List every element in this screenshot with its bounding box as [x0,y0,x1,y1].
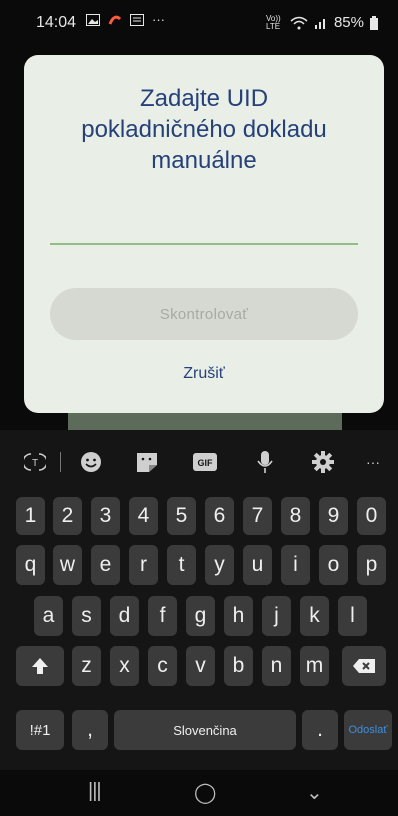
key-o[interactable]: o [319,545,348,585]
period-key[interactable]: . [302,710,338,750]
dialog-title-line-1: Zadajte UID [139,85,269,112]
more-icon[interactable]: ··· [358,448,388,476]
key-4[interactable]: 4 [129,497,158,535]
comma-key[interactable]: , [72,710,108,750]
key-p[interactable]: p [357,545,386,585]
status-right: Vo)) LTE 85% [266,14,378,31]
shift-key[interactable] [16,646,64,686]
key-r[interactable]: r [129,545,158,585]
volte-icon: Vo)) LTE [265,13,281,31]
send-key[interactable]: Odoslať [344,710,392,750]
recent-apps-button[interactable]: ||| [88,780,102,803]
gallery-icon [86,13,100,26]
battery-icon [370,15,378,30]
key-t[interactable]: t [167,545,196,585]
dialog-title-line-3: manuálne [151,147,257,174]
status-bar: 14:04 ··· Vo)) LTE 85% [0,0,398,46]
uid-entry-dialog: Zadajte UID pokladničného dokladu manuál… [24,55,384,413]
message-icon [130,13,144,26]
backspace-key[interactable] [342,646,386,686]
key-w[interactable]: w [53,545,82,585]
shift-icon [32,658,48,674]
gif-label: GIF [198,458,214,468]
key-s[interactable]: s [72,596,101,636]
key-2[interactable]: 2 [53,497,82,535]
dialog-title: Zadajte UID pokladničného dokladu manuál… [24,83,384,176]
symbols-key[interactable]: !#1 [16,710,64,750]
key-k[interactable]: k [300,596,329,636]
background-app-content [68,410,342,432]
uid-input[interactable] [50,205,358,241]
translate-icon[interactable]: T [20,448,50,476]
key-n[interactable]: n [262,646,291,686]
key-3[interactable]: 3 [91,497,120,535]
notification-icons: ··· [86,12,165,27]
key-7[interactable]: 7 [243,497,272,535]
signal-icon [314,18,325,29]
key-y[interactable]: y [205,545,234,585]
key-h[interactable]: h [224,596,253,636]
app-notification-icon [108,15,122,25]
key-z[interactable]: z [72,646,101,686]
key-v[interactable]: v [186,646,215,686]
back-button[interactable]: ⌄ [306,780,323,805]
key-u[interactable]: u [243,545,272,585]
keyboard: T GIF ··· 1 2 3 4 5 6 7 8 9 0 q w e r t … [0,430,398,770]
cancel-button[interactable]: Zrušiť [24,365,384,383]
key-e[interactable]: e [91,545,120,585]
battery-level: 85% [333,14,364,31]
key-i[interactable]: i [281,545,310,585]
key-f[interactable]: f [148,596,177,636]
key-q[interactable]: q [16,545,45,585]
key-l[interactable]: l [338,596,367,636]
key-0[interactable]: 0 [357,497,386,535]
key-c[interactable]: c [148,646,177,686]
key-9[interactable]: 9 [319,497,348,535]
navigation-bar: ||| ◯ ⌄ [0,770,398,816]
more-notifications-icon: ··· [152,12,165,27]
svg-text:T: T [32,458,38,469]
key-m[interactable]: m [300,646,329,686]
key-a[interactable]: a [34,596,63,636]
uid-input-underline [50,243,358,245]
space-key[interactable]: Slovenčina [114,710,296,750]
wifi-icon [290,16,308,29]
key-g[interactable]: g [186,596,215,636]
key-1[interactable]: 1 [16,497,45,535]
key-8[interactable]: 8 [281,497,310,535]
key-5[interactable]: 5 [167,497,196,535]
key-x[interactable]: x [110,646,139,686]
mic-icon[interactable] [250,448,280,476]
gif-icon[interactable]: GIF [190,448,220,476]
key-j[interactable]: j [262,596,291,636]
key-d[interactable]: d [110,596,139,636]
status-time: 14:04 [36,14,77,31]
emoji-icon[interactable] [76,448,106,476]
key-b[interactable]: b [224,646,253,686]
settings-icon[interactable] [308,448,338,476]
home-button[interactable]: ◯ [194,780,216,805]
dialog-title-line-2: pokladničného dokladu [81,116,327,143]
toolbar-divider [60,452,61,472]
check-button[interactable]: Skontrolovať [50,288,358,340]
backspace-icon [353,659,375,673]
key-6[interactable]: 6 [205,497,234,535]
sticker-icon[interactable] [132,448,162,476]
